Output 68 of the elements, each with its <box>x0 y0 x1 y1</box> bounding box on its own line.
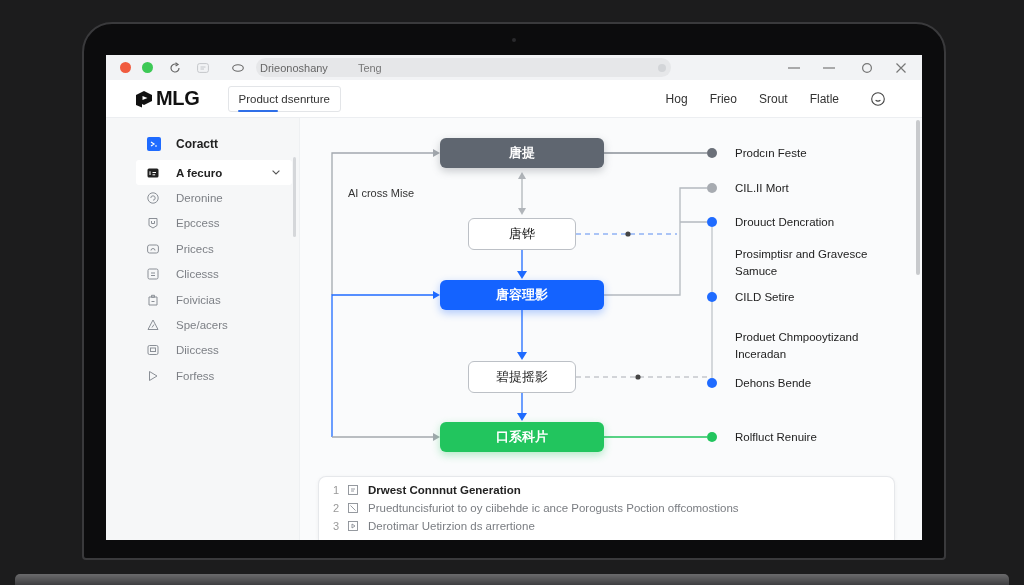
ellipse-icon[interactable] <box>232 63 244 72</box>
refresh-icon[interactable] <box>169 61 181 74</box>
play-icon <box>147 369 159 382</box>
connector-arrow <box>517 309 527 360</box>
list-item[interactable]: Derotimar Uetirzion ds arrertione <box>368 520 535 532</box>
output-label: CILD Setire <box>735 289 796 305</box>
flow-node[interactable]: 唐提 <box>440 138 604 168</box>
row-number: 1 <box>333 484 341 496</box>
output-label: Drouuct Dencration <box>735 214 836 230</box>
output-label: Rolfluct Renuire <box>735 429 818 445</box>
sidebar-heading: Coractt <box>176 137 218 151</box>
output-label: Prosimptisr and Gravesce Samuce <box>735 247 869 279</box>
sidebar-item[interactable]: Diiccess <box>136 337 292 364</box>
address-suffix: Teng <box>357 61 382 74</box>
sidebar-item[interactable]: Deronine <box>136 185 292 211</box>
smiley-icon[interactable] <box>871 91 885 106</box>
play-square-icon <box>348 521 358 531</box>
window-dot-icon[interactable] <box>120 62 131 73</box>
connector-arrow <box>517 249 527 279</box>
document-icon <box>348 485 358 495</box>
nav-link[interactable]: Flatle <box>809 91 839 106</box>
connector-arrow <box>517 392 527 421</box>
tab[interactable]: Product dsenrture <box>227 85 341 112</box>
sidebar-item[interactable]: Forfess <box>136 363 292 389</box>
card-icon <box>147 166 159 179</box>
window-icon <box>147 344 159 357</box>
nav-link[interactable]: Srout <box>758 91 788 106</box>
output-label: CIL.II Mort <box>735 180 790 196</box>
document-icon <box>147 268 159 281</box>
sidebar-item[interactable]: Pricecs <box>136 236 292 262</box>
output-label: Prodcın Feste <box>735 145 808 161</box>
logo-text: MLG <box>156 87 200 110</box>
list-item[interactable]: Pruedtuncisfuriot to oy ciibehde ic ance Porogusts Poction offcomostions <box>368 502 739 514</box>
logo-icon <box>135 89 153 108</box>
diagram-note: AI cross Mise <box>348 187 414 199</box>
row-number: 3 <box>333 520 341 532</box>
flow-node[interactable]: 碧提摇影 <box>468 361 576 393</box>
nav-link[interactable]: Frieo <box>709 91 737 106</box>
dash-icon[interactable] <box>823 66 835 69</box>
flow-node[interactable]: 唐铧 <box>468 218 576 250</box>
chevron-square-icon <box>147 137 161 151</box>
sidebar-item[interactable]: Clicesss <box>136 261 292 287</box>
double-arrow <box>518 172 526 215</box>
swirl-circle-icon <box>147 192 159 205</box>
clipboard-icon <box>147 293 159 306</box>
close-icon[interactable] <box>896 62 906 73</box>
sidebar-item[interactable]: Epccess <box>136 210 292 237</box>
address-bar[interactable]: Drieonoshany Teng <box>256 58 671 77</box>
sidebar-item[interactable]: Spe/acers <box>136 312 292 338</box>
circle-icon[interactable] <box>862 62 872 73</box>
output-label: Produet Chmpooytizand Inceradan <box>735 330 860 362</box>
row-number: 2 <box>333 502 341 514</box>
slash-square-icon <box>348 503 358 513</box>
list-item[interactable]: Drwest Connnut Generation <box>368 484 521 496</box>
sidebar-item[interactable]: A fecuro <box>136 160 292 186</box>
address-text: Drieonoshany <box>260 61 328 74</box>
chevron-down-icon[interactable] <box>272 170 280 176</box>
badge-icon <box>147 217 159 230</box>
output-label: Dehons Bende <box>735 375 813 391</box>
sidebar-item[interactable]: Foivicias <box>136 286 292 313</box>
flow-node[interactable]: 唐容理影 <box>440 280 604 310</box>
scrollbar-thumb[interactable] <box>293 157 296 237</box>
minimize-icon[interactable] <box>788 66 800 69</box>
nav-link[interactable]: Hog <box>665 91 688 106</box>
triangle-icon <box>147 319 159 332</box>
gauge-icon <box>147 242 159 255</box>
window-dot-icon[interactable] <box>142 62 153 73</box>
scrollbar-thumb[interactable] <box>916 120 920 275</box>
